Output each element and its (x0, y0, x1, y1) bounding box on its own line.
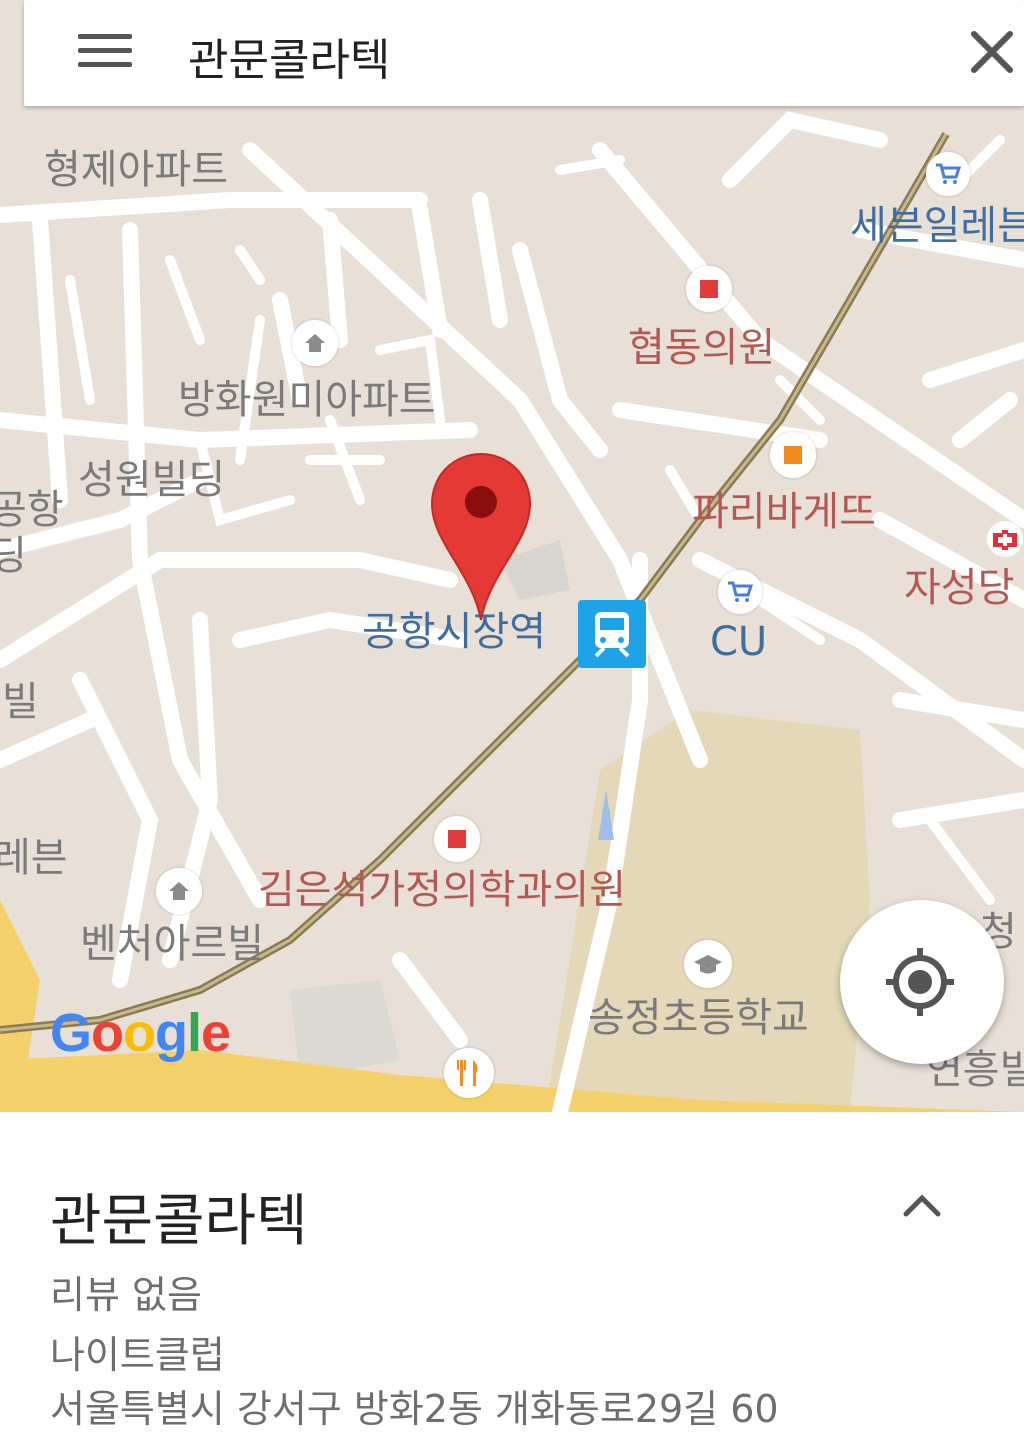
crosshair-icon (886, 948, 954, 1016)
place-category: 나이트클럽 (50, 1333, 225, 1377)
google-logo: Google (50, 1003, 231, 1063)
metro-station-icon[interactable] (578, 600, 646, 668)
clinic-icon[interactable] (686, 266, 732, 312)
home-icon[interactable] (292, 320, 338, 366)
map-label: 방화원미아파트 (178, 377, 436, 423)
place-info-sheet[interactable]: 관문콜라텍 리뷰 없음 나이트클럽 서울특별시 강서구 방화2동 개화동로29길… (0, 1112, 1024, 1435)
shopping-cart-icon[interactable] (718, 570, 762, 614)
school-icon[interactable] (684, 940, 732, 988)
place-name: 관문콜라텍 (50, 1189, 308, 1254)
map-label: 성원빌딩 (78, 457, 226, 503)
pharmacy-icon[interactable] (986, 520, 1024, 558)
map-label: 딩 (0, 533, 27, 579)
restaurant-icon[interactable] (444, 1048, 494, 1098)
my-location-button[interactable] (840, 900, 1004, 1064)
map-label: 형제아파트 (44, 147, 228, 193)
close-icon[interactable] (968, 28, 1016, 76)
search-query[interactable]: 관문콜라텍 (188, 24, 390, 88)
map-label-clinic: 김은석가정의학과의원 (258, 867, 626, 913)
map-label-school: 송정초등학교 (588, 995, 809, 1041)
chevron-up-icon[interactable] (902, 1190, 942, 1220)
map-view[interactable]: 형제아파트 세븐일레븐 협동의원 방화원미아파트 성원빌딩 공항 딩 파리바게뜨… (0, 0, 1024, 1112)
map-label-store: CU (710, 619, 768, 665)
map-label: 레븐 (0, 835, 68, 881)
map-label-clinic: 협동의원 (628, 325, 776, 371)
clinic-icon[interactable] (434, 816, 480, 862)
map-label: 빌 (2, 679, 39, 725)
place-address: 서울특별시 강서구 방화2동 개화동로29길 60 (50, 1387, 779, 1431)
map-label: 공항 (0, 487, 64, 533)
map-label: 벤처아르빌 (80, 921, 264, 967)
menu-icon[interactable] (78, 30, 132, 70)
bakery-icon[interactable] (770, 432, 816, 478)
shopping-cart-icon[interactable] (926, 152, 970, 196)
place-reviews: 리뷰 없음 (50, 1273, 202, 1317)
home-icon[interactable] (156, 868, 202, 914)
map-label-store: 세븐일레븐 (850, 203, 1024, 249)
map-pin-icon[interactable] (430, 452, 532, 622)
map-label: 자성당 (904, 565, 1015, 611)
search-bar[interactable]: 관문콜라텍 (24, 0, 1024, 106)
map-label-bakery: 파리바게뜨 (692, 489, 876, 535)
